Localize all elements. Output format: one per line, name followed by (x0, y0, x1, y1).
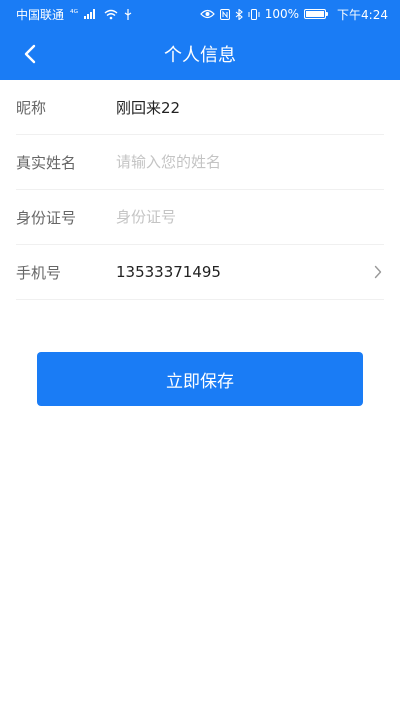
nickname-value: 刚回来22 (116, 98, 181, 117)
nfc-icon (219, 8, 230, 20)
network-type: ⁴ᴳ (70, 9, 79, 19)
bluetooth-icon (235, 8, 243, 20)
phone-value: 13533371495 (116, 263, 221, 281)
battery-icon (304, 9, 329, 19)
status-time: 下午4:24 (337, 7, 388, 22)
status-right: 100% 下午4:24 (199, 6, 388, 23)
id-number-row: 身份证号 (16, 190, 384, 245)
usb-icon (124, 8, 132, 20)
nickname-label: 昵称 (16, 98, 47, 117)
signal-icon (84, 9, 96, 19)
phone-row[interactable]: 手机号 13533371495 (16, 245, 384, 300)
nav-bar: 个人信息 (0, 28, 400, 80)
save-button[interactable]: 立即保存 (37, 352, 363, 406)
chevron-left-icon (24, 44, 36, 64)
real-name-input[interactable] (116, 153, 384, 171)
battery-percent: 100% (264, 7, 300, 21)
id-number-label: 身份证号 (16, 208, 77, 227)
status-left: 中国联通 ⁴ᴳ (16, 6, 132, 23)
profile-form: 昵称 刚回来22 真实姓名 身份证号 手机号 13533371495 (0, 80, 400, 300)
page-title: 个人信息 (164, 45, 236, 66)
save-wrap: 立即保存 (0, 352, 400, 406)
header: 中国联通 ⁴ᴳ 100% 下午4:24 个人信息 (0, 0, 400, 80)
carrier-text: 中国联通 (16, 7, 65, 22)
nickname-row: 昵称 刚回来22 (16, 80, 384, 135)
real-name-label: 真实姓名 (16, 153, 77, 172)
status-bar: 中国联通 ⁴ᴳ 100% 下午4:24 (0, 0, 400, 28)
eye-icon (199, 9, 215, 19)
back-button[interactable] (16, 40, 44, 68)
id-number-input[interactable] (116, 208, 384, 226)
real-name-row: 真实姓名 (16, 135, 384, 190)
phone-label: 手机号 (16, 263, 62, 282)
wifi-icon (104, 9, 118, 19)
vibrate-icon (248, 8, 260, 20)
chevron-right-icon (372, 264, 384, 280)
